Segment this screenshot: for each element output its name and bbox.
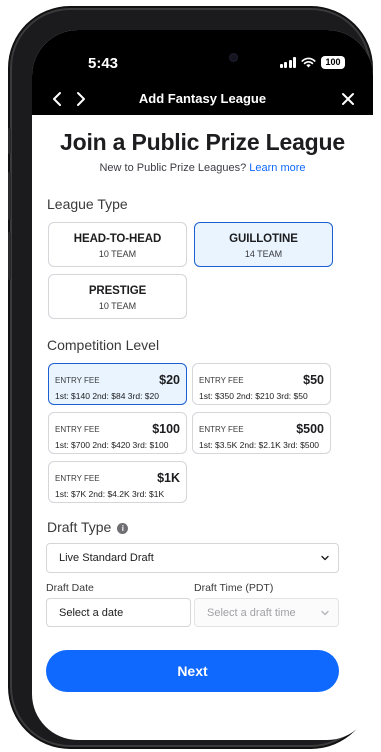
top-bar: 5:43 100 Add Fantasy League (32, 30, 373, 115)
volume-down-button (8, 232, 11, 280)
draft-type-label: Draft Type i (47, 519, 129, 535)
league-type-head-to-head[interactable]: HEAD-TO-HEAD 10 TEAM (48, 222, 187, 267)
close-button[interactable] (337, 88, 359, 110)
entry-fee-label: ENTRY FEE (55, 474, 100, 483)
entry-fee-amount: $50 (303, 373, 324, 387)
camera-icon (229, 53, 238, 62)
entry-fee-payout: 1st: $350 2nd: $210 3rd: $50 (199, 391, 308, 401)
league-type-teams: 10 TEAM (98, 249, 137, 259)
draft-time-select[interactable]: Select a draft time (194, 598, 339, 627)
entry-fee-option-100[interactable]: ENTRY FEE $100 1st: $700 2nd: $420 3rd: … (48, 412, 187, 454)
league-type-prestige[interactable]: PRESTIGE 10 TEAM (48, 274, 187, 319)
next-button[interactable]: Next (46, 650, 339, 692)
info-icon[interactable]: i (117, 523, 129, 534)
entry-fee-option-1k[interactable]: ENTRY FEE $1K 1st: $7K 2nd: $4.2K 3rd: $… (48, 461, 187, 503)
draft-date-placeholder: Select a date (59, 606, 124, 619)
mute-switch (8, 128, 11, 154)
subtext-label: New to Public Prize Leagues? (99, 162, 247, 174)
learn-more-link[interactable]: Learn more (249, 162, 305, 174)
league-type-name: PRESTIGE (88, 285, 147, 297)
page-subtext: New to Public Prize Leagues? Learn more (32, 162, 373, 174)
status-icons: 100 (279, 56, 345, 69)
status-time: 5:43 (88, 55, 119, 72)
entry-fee-option-50[interactable]: ENTRY FEE $50 1st: $350 2nd: $210 3rd: $… (192, 363, 331, 405)
entry-fee-amount: $100 (152, 422, 180, 436)
draft-date-input[interactable]: Select a date (46, 598, 191, 627)
league-type-name: GUILLOTINE (229, 233, 298, 245)
entry-fee-option-20[interactable]: ENTRY FEE $20 1st: $140 2nd: $84 3rd: $2… (48, 363, 187, 405)
entry-fee-amount: $20 (159, 373, 180, 387)
draft-time-placeholder: Select a draft time (207, 606, 296, 619)
page-title: Join a Public Prize League (60, 129, 345, 155)
entry-fee-label: ENTRY FEE (55, 376, 100, 385)
league-type-teams: 14 TEAM (244, 249, 283, 259)
close-icon (342, 93, 354, 105)
entry-fee-payout: 1st: $140 2nd: $84 3rd: $20 (55, 391, 159, 401)
entry-fee-payout: 1st: $3.5K 2nd: $2.1K 3rd: $500 (199, 440, 320, 450)
league-type-label: League Type (47, 196, 128, 212)
volume-up-button (8, 172, 11, 220)
league-type-guillotine[interactable]: GUILLOTINE 14 TEAM (194, 222, 333, 267)
entry-fee-label: ENTRY FEE (199, 376, 244, 385)
draft-date-label: Draft Date (46, 582, 94, 594)
chevron-down-icon (321, 610, 329, 615)
draft-time-label: Draft Time (PDT) (194, 582, 274, 594)
entry-fee-amount: $1K (157, 471, 180, 485)
cellular-signal-icon (279, 57, 296, 68)
league-type-name: HEAD-TO-HEAD (73, 233, 162, 245)
entry-fee-label: ENTRY FEE (55, 425, 100, 434)
entry-fee-amount: $500 (296, 422, 324, 436)
draft-type-select[interactable]: Live Standard Draft (46, 543, 339, 573)
draft-type-label-text: Draft Type (47, 519, 112, 535)
phone-frame: 5:43 100 Add Fantasy League Join a Publi… (8, 10, 373, 745)
battery-indicator: 100 (321, 56, 345, 69)
entry-fee-payout: 1st: $7K 2nd: $4.2K 3rd: $1K (55, 489, 165, 499)
league-type-teams: 10 TEAM (98, 301, 137, 311)
entry-fee-payout: 1st: $700 2nd: $420 3rd: $100 (55, 440, 169, 450)
nav-title: Add Fantasy League (138, 91, 267, 106)
draft-type-value: Live Standard Draft (59, 552, 154, 564)
screen: 5:43 100 Add Fantasy League Join a Publi… (32, 30, 373, 740)
wifi-icon (301, 57, 316, 68)
dynamic-island (162, 44, 258, 72)
chevron-down-icon (321, 555, 329, 561)
entry-fee-option-500[interactable]: ENTRY FEE $500 1st: $3.5K 2nd: $2.1K 3rd… (192, 412, 331, 454)
entry-fee-label: ENTRY FEE (199, 425, 244, 434)
competition-level-label: Competition Level (47, 337, 160, 353)
